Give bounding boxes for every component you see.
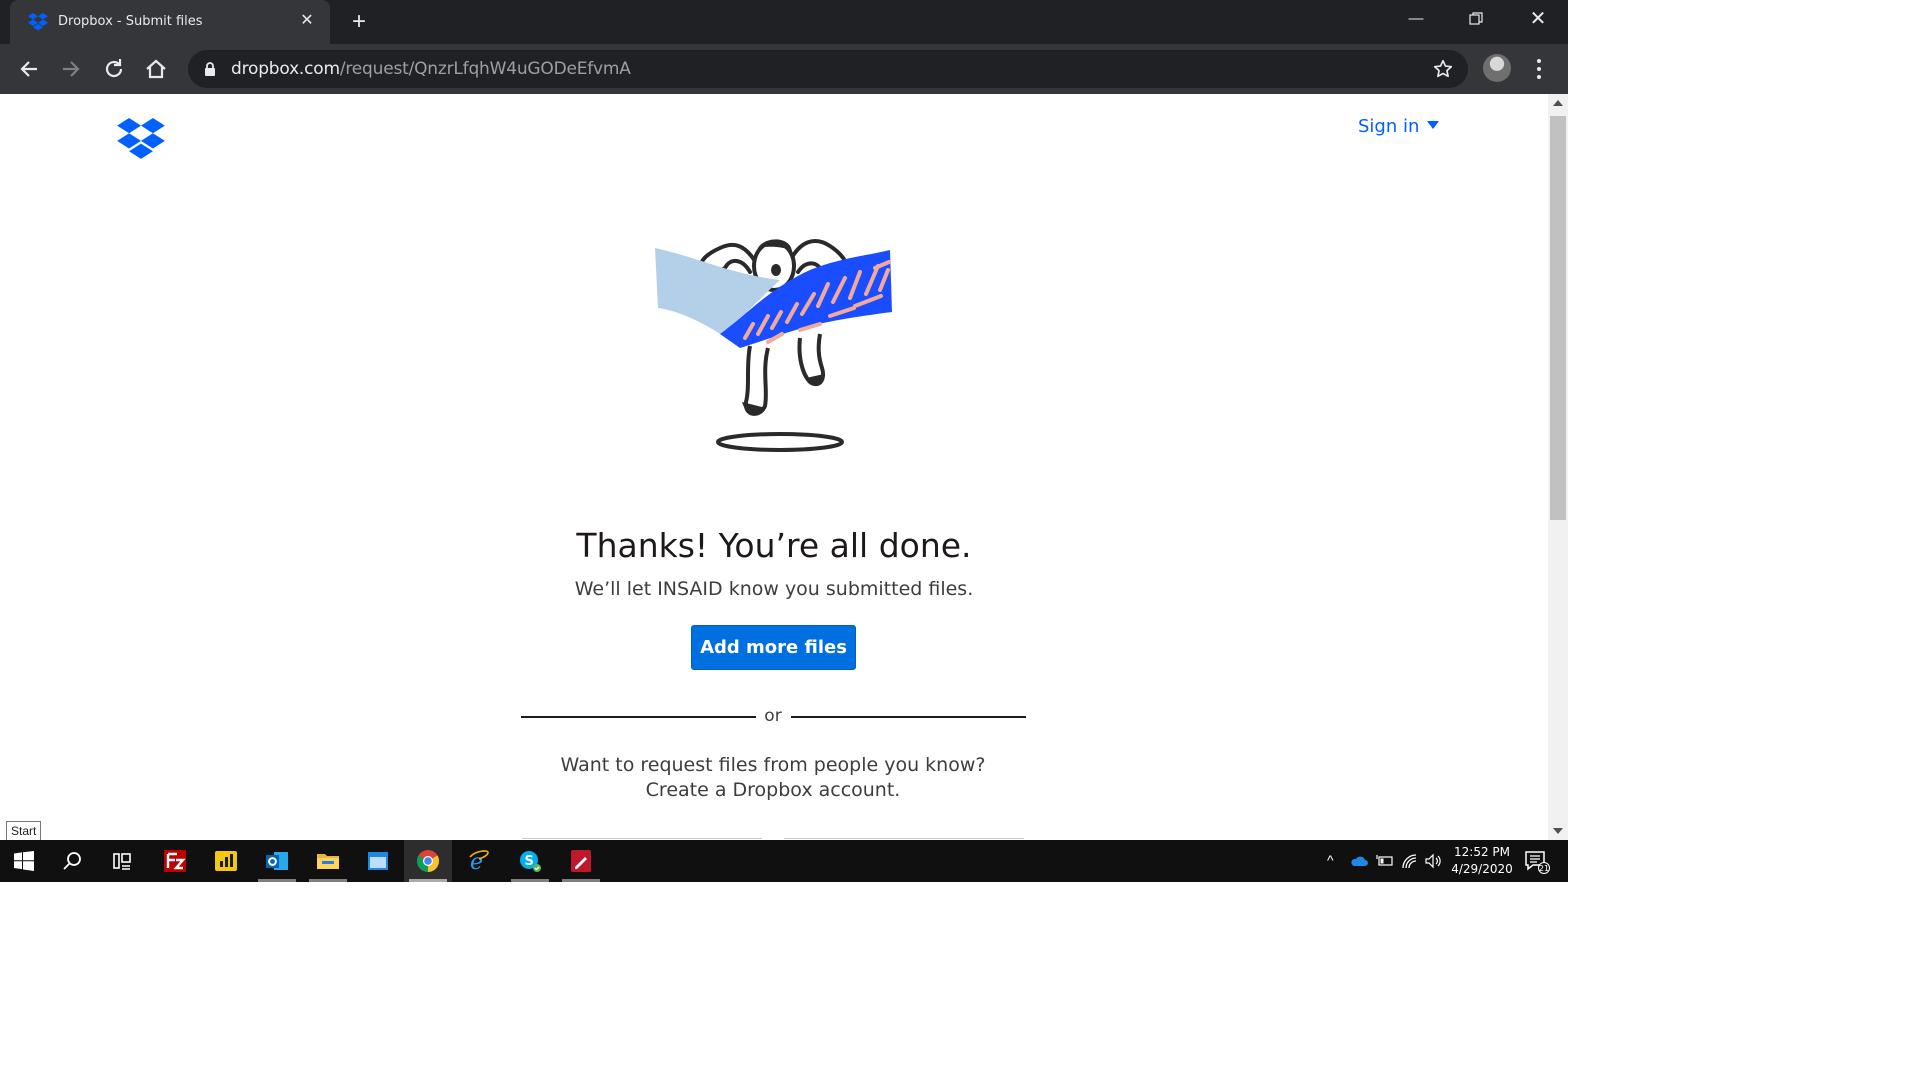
url-host: dropbox.com [231, 59, 340, 79]
dropbox-logo-icon[interactable] [116, 118, 166, 160]
running-indicator [562, 879, 600, 882]
taskbar-app-skype[interactable]: S [506, 840, 554, 882]
system-clock[interactable]: 12:52 PM 4/29/2020 [1440, 844, 1524, 878]
browser-tab-active[interactable]: Dropbox - Submit files ✕ [10, 0, 330, 44]
chrome-icon [417, 850, 439, 872]
bookmark-star-icon[interactable] [1432, 58, 1454, 80]
divider-right [791, 716, 1026, 718]
show-hidden-icons-icon[interactable]: ^ [1327, 852, 1334, 868]
internet-explorer-icon: e [469, 850, 489, 873]
window-restore-icon[interactable] [1446, 0, 1506, 38]
create-account-prompt: Want to request files from people you kn… [560, 754, 986, 801]
task-view-button[interactable] [98, 840, 146, 882]
url-path: /request/QnzrLfqhW4uGODeEfvmA [339, 59, 631, 79]
taskbar-app-window[interactable] [354, 840, 402, 882]
battery-icon[interactable] [1376, 854, 1394, 868]
back-icon[interactable] [15, 55, 43, 83]
tab-title: Dropbox - Submit files [58, 14, 203, 29]
page-content: Sign in Thanks! You’re all done. We’ll l… [0, 94, 1548, 840]
windows-logo-icon [14, 851, 34, 871]
window-minimize-icon[interactable]: — [1386, 0, 1446, 38]
taskbar-app-internet-explorer[interactable]: e [455, 840, 503, 882]
browser-tab-strip: Dropbox - Submit files ✕ + — ✕ [0, 0, 1568, 44]
scroll-down-icon[interactable] [1553, 828, 1563, 834]
onedrive-icon[interactable] [1350, 854, 1368, 868]
pdf-editor-icon [571, 850, 591, 872]
start-tooltip: Start [6, 821, 42, 841]
clock-date: 4/29/2020 [1451, 862, 1513, 876]
browser-menu-icon[interactable] [1530, 56, 1548, 82]
page-scrollbar[interactable] [1548, 94, 1568, 840]
running-indicator [309, 879, 347, 882]
svg-text:S: S [525, 854, 534, 869]
celebration-illustration [655, 239, 892, 452]
caret-down-icon [1427, 121, 1440, 129]
page-title: Thanks! You’re all done. [576, 526, 972, 565]
window-close-icon[interactable]: ✕ [1508, 0, 1568, 38]
start-button[interactable] [0, 840, 48, 882]
taskbar-app-outlook[interactable] [253, 840, 301, 882]
sign-in-menu[interactable]: Sign in [1358, 116, 1440, 137]
file-explorer-icon [317, 854, 339, 869]
sign-in-label: Sign in [1358, 116, 1420, 137]
outlook-icon [266, 852, 288, 870]
power-bi-icon [215, 851, 237, 871]
browser-toolbar: dropbox.com/request/QnzrLfqhW4uGODeEfvmA [0, 44, 1568, 94]
home-icon[interactable] [142, 55, 170, 83]
taskbar-app-filezilla[interactable] [151, 840, 199, 882]
action-center-icon[interactable]: 21 [1524, 850, 1550, 874]
add-more-files-button[interactable]: Add more files [691, 625, 856, 670]
address-bar[interactable]: dropbox.com/request/QnzrLfqhW4uGODeEfvmA [188, 50, 1468, 88]
running-indicator [409, 879, 447, 882]
search-button[interactable] [49, 840, 97, 882]
tab-close-icon[interactable]: ✕ [298, 12, 316, 30]
forward-icon[interactable] [57, 55, 85, 83]
svg-text:e: e [470, 850, 483, 873]
divider-or-label: or [764, 706, 782, 726]
skype-icon: S [520, 851, 541, 872]
wifi-icon[interactable] [1401, 853, 1419, 869]
window-app-icon [368, 852, 388, 870]
scrollbar-thumb[interactable] [1550, 116, 1566, 520]
reload-icon[interactable] [100, 55, 128, 83]
task-view-icon [113, 853, 131, 870]
notification-count: 21 [1539, 864, 1549, 873]
taskbar-app-chrome[interactable] [404, 840, 452, 882]
taskbar-app-power-bi[interactable] [202, 840, 250, 882]
filezilla-icon [164, 850, 186, 872]
taskbar-app-file-explorer[interactable] [304, 840, 352, 882]
lock-icon[interactable] [204, 61, 216, 77]
scroll-up-icon[interactable] [1553, 100, 1563, 106]
url-text[interactable]: dropbox.com/request/QnzrLfqhW4uGODeEfvmA [231, 59, 631, 79]
dropbox-favicon-icon [28, 13, 48, 31]
new-tab-icon[interactable]: + [346, 9, 372, 35]
running-indicator [511, 879, 549, 882]
running-indicator [258, 879, 296, 882]
windows-taskbar: e S ^ 12:52 PM 4/29/2020 21 [0, 840, 1568, 882]
confirmation-message: We’ll let INSAID know you submitted file… [574, 578, 974, 600]
clock-time: 12:52 PM [1454, 845, 1510, 859]
divider-left [521, 716, 756, 718]
search-icon [63, 852, 81, 870]
taskbar-app-pdf-editor[interactable] [557, 840, 605, 882]
profile-avatar[interactable] [1483, 54, 1511, 82]
